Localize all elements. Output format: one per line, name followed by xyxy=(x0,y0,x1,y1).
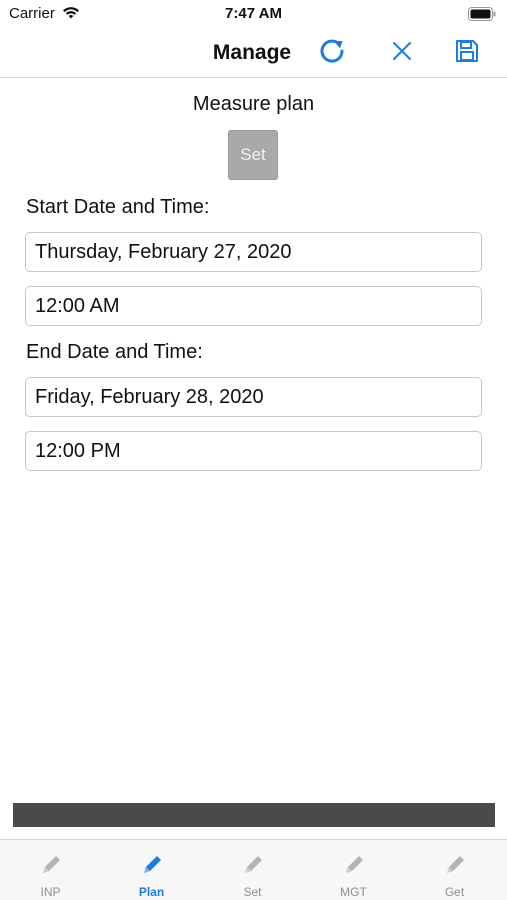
bottom-bar xyxy=(13,803,495,827)
tab-set[interactable]: Set xyxy=(202,840,303,900)
tab-bar: INP Plan Set MGT Get xyxy=(0,839,507,900)
pencil-icon xyxy=(38,852,64,878)
battery-icon xyxy=(468,7,496,26)
navigation-bar: Manage xyxy=(0,28,507,78)
end-date-field[interactable]: Friday, February 28, 2020 xyxy=(25,377,482,417)
refresh-button[interactable] xyxy=(316,37,348,69)
tab-label: INP xyxy=(40,885,61,899)
tab-get[interactable]: Get xyxy=(404,840,505,900)
close-icon xyxy=(392,41,412,66)
tab-inp[interactable]: INP xyxy=(0,840,101,900)
close-button[interactable] xyxy=(386,37,418,69)
tab-label: Set xyxy=(243,885,262,899)
set-button[interactable]: Set xyxy=(228,130,278,180)
pencil-icon xyxy=(341,852,367,878)
start-time-field[interactable]: 12:00 AM xyxy=(25,286,482,326)
pencil-icon xyxy=(240,852,266,878)
section-title: Measure plan xyxy=(192,93,315,115)
tab-label: MGT xyxy=(340,885,367,899)
clock: 7:47 AM xyxy=(225,5,282,22)
pencil-icon xyxy=(442,852,468,878)
save-button[interactable] xyxy=(451,37,483,69)
tab-plan[interactable]: Plan xyxy=(101,840,202,900)
start-date-field[interactable]: Thursday, February 27, 2020 xyxy=(25,232,482,272)
end-date-label: End Date and Time: xyxy=(26,341,203,363)
status-bar: Carrier 7:47 AM xyxy=(0,0,507,28)
tab-label: Get xyxy=(444,885,465,899)
refresh-icon xyxy=(317,36,347,71)
start-date-label: Start Date and Time: xyxy=(26,196,210,218)
tab-label: Plan xyxy=(138,885,165,899)
save-icon xyxy=(455,39,479,68)
pencil-icon xyxy=(139,852,165,878)
tab-mgt[interactable]: MGT xyxy=(303,840,404,900)
page-title: Manage xyxy=(212,41,292,64)
end-time-field[interactable]: 12:00 PM xyxy=(25,431,482,471)
